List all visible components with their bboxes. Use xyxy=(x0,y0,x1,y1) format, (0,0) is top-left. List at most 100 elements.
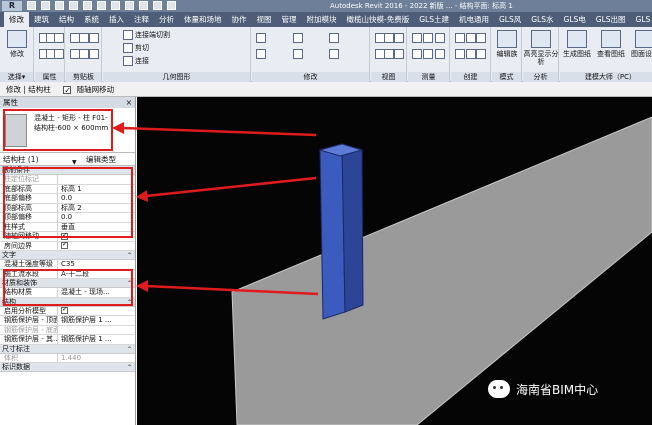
collapse-icon[interactable]: ⌃ xyxy=(127,251,132,260)
section-title: 尺寸标注 xyxy=(2,344,30,353)
property-value[interactable]: C35 xyxy=(58,260,135,269)
ribbon-group-label: 视图 xyxy=(371,72,406,82)
property-value[interactable] xyxy=(58,307,135,316)
print-icon[interactable] xyxy=(83,1,92,10)
tool-icon[interactable] xyxy=(393,49,404,59)
tab-13[interactable]: 机电通用 xyxy=(454,12,494,27)
tab-4[interactable]: 注释 xyxy=(129,12,154,27)
tab-0[interactable]: 建筑 xyxy=(29,12,54,27)
tool-icon[interactable] xyxy=(53,33,64,43)
text-icon[interactable] xyxy=(125,1,134,10)
tab-16[interactable]: GLS电 xyxy=(559,12,591,27)
tool-icon[interactable] xyxy=(329,33,340,43)
tool-icon[interactable] xyxy=(455,49,465,59)
tool-icon[interactable] xyxy=(465,49,476,59)
ribbon-button-icon xyxy=(601,30,621,48)
tool-icon[interactable] xyxy=(434,33,445,43)
property-checkbox[interactable] xyxy=(61,307,68,314)
geometry-tool-icon xyxy=(123,43,133,53)
tool-icon[interactable] xyxy=(88,33,99,43)
tag-icon[interactable] xyxy=(111,1,120,10)
edit-type-button[interactable]: 编辑类型 xyxy=(86,153,116,166)
tab-3[interactable]: 插入 xyxy=(104,12,129,27)
tool-icon[interactable] xyxy=(412,49,422,59)
tool-icon[interactable] xyxy=(256,33,266,43)
move-with-grids-checkbox[interactable] xyxy=(63,83,72,98)
ribbon-group-label: 测量 xyxy=(408,72,449,82)
tool-icon[interactable] xyxy=(476,33,487,43)
tab-7[interactable]: 协作 xyxy=(227,12,252,27)
3d-viewport[interactable] xyxy=(137,97,652,425)
tool-icon[interactable] xyxy=(434,49,445,59)
ribbon-group-label: 修改 xyxy=(252,72,369,82)
tab-11[interactable]: 橄榄山快模-免费版 xyxy=(342,12,415,27)
property-row: 钢筋保护层 - 顶面 钢筋保护层 1 ... xyxy=(0,316,135,326)
tab-2[interactable]: 系统 xyxy=(79,12,104,27)
tool-icon[interactable] xyxy=(292,49,303,59)
tool-icon[interactable] xyxy=(476,49,487,59)
tool-icon[interactable] xyxy=(455,33,465,43)
ribbon-button[interactable]: 高亮显示分析 xyxy=(523,30,559,66)
revit-logo[interactable]: R xyxy=(2,1,22,11)
tool-icon[interactable] xyxy=(412,33,422,43)
collapse-icon[interactable]: ⌃ xyxy=(127,363,132,372)
measure-icon[interactable] xyxy=(97,1,106,10)
tab-8[interactable]: 视图 xyxy=(252,12,277,27)
highlight-box-text xyxy=(3,269,133,306)
property-value[interactable] xyxy=(58,242,135,251)
ribbon-button[interactable]: 编辑族 xyxy=(492,30,522,58)
property-section-header[interactable]: 文字 ⌃ xyxy=(0,251,135,260)
tab-modify[interactable]: 修改 xyxy=(4,12,29,27)
tool-icon[interactable] xyxy=(423,49,434,59)
ribbon-button[interactable]: 连接端切割 xyxy=(123,30,170,40)
tab-14[interactable]: GLS风 xyxy=(494,12,526,27)
tool-icon[interactable] xyxy=(465,33,476,43)
tab-1[interactable]: 结构 xyxy=(54,12,79,27)
watermark-text: 海南省BIM中心 xyxy=(516,382,599,397)
tab-6[interactable]: 体量和场地 xyxy=(179,12,227,27)
scene-svg xyxy=(231,116,652,425)
property-checkbox[interactable] xyxy=(61,242,68,249)
column-front-face[interactable] xyxy=(319,143,346,320)
tab-10[interactable]: 附加模块 xyxy=(302,12,342,27)
property-name: 房间边界 xyxy=(0,241,58,250)
ribbon-group-1: 属性 xyxy=(35,27,65,82)
tab-5[interactable]: 分析 xyxy=(154,12,179,27)
section-icon[interactable] xyxy=(153,1,162,10)
ribbon-button[interactable]: 图面设置 xyxy=(628,30,652,58)
property-value[interactable]: 钢筋保护层 1 ... xyxy=(58,335,135,344)
ribbon-button[interactable]: 连接 xyxy=(123,56,149,66)
tool-icon[interactable] xyxy=(423,33,434,43)
tab-9[interactable]: 管理 xyxy=(277,12,302,27)
tool-icon[interactable] xyxy=(88,49,99,59)
tab-17[interactable]: GLS出图 xyxy=(591,12,631,27)
property-section-header[interactable]: 标识数据 ⌃ xyxy=(0,363,135,372)
ribbon-group-0: 选择▾ 修改 xyxy=(0,27,34,82)
ribbon-button[interactable]: 生成图纸 xyxy=(560,30,594,58)
3d-view-icon[interactable] xyxy=(139,1,148,10)
undo-icon[interactable] xyxy=(55,1,64,10)
tool-icon[interactable] xyxy=(53,49,64,59)
tool-icon[interactable] xyxy=(393,33,404,43)
ribbon-button[interactable]: 查看图纸 xyxy=(594,30,628,58)
redo-icon[interactable] xyxy=(69,1,78,10)
property-value[interactable]: 钢筋保护层 1 ... xyxy=(58,316,135,325)
collapse-icon[interactable]: ⌃ xyxy=(127,345,132,354)
tab-12[interactable]: GLS土建 xyxy=(414,12,454,27)
tool-icon[interactable] xyxy=(329,49,340,59)
property-section-header[interactable]: 尺寸标注 ⌃ xyxy=(0,344,135,354)
ribbon-group-8: 模式 编辑族 xyxy=(492,27,522,82)
tab-18[interactable]: GLS xyxy=(631,12,652,27)
save-icon[interactable] xyxy=(41,1,50,10)
tool-icon[interactable] xyxy=(256,49,266,59)
ribbon-button[interactable]: 剪切 xyxy=(123,43,149,53)
tool-icon[interactable] xyxy=(292,33,303,43)
highlight-box-type xyxy=(3,109,113,151)
open-icon[interactable] xyxy=(27,1,36,10)
close-icon[interactable]: × xyxy=(126,97,132,108)
ribbon-button[interactable]: 修改 xyxy=(0,30,34,58)
instance-selector[interactable]: 结构柱 (1) xyxy=(3,155,39,164)
column-side-face xyxy=(341,143,364,313)
tab-15[interactable]: GLS水 xyxy=(526,12,558,27)
thin-lines-icon[interactable] xyxy=(167,1,176,10)
